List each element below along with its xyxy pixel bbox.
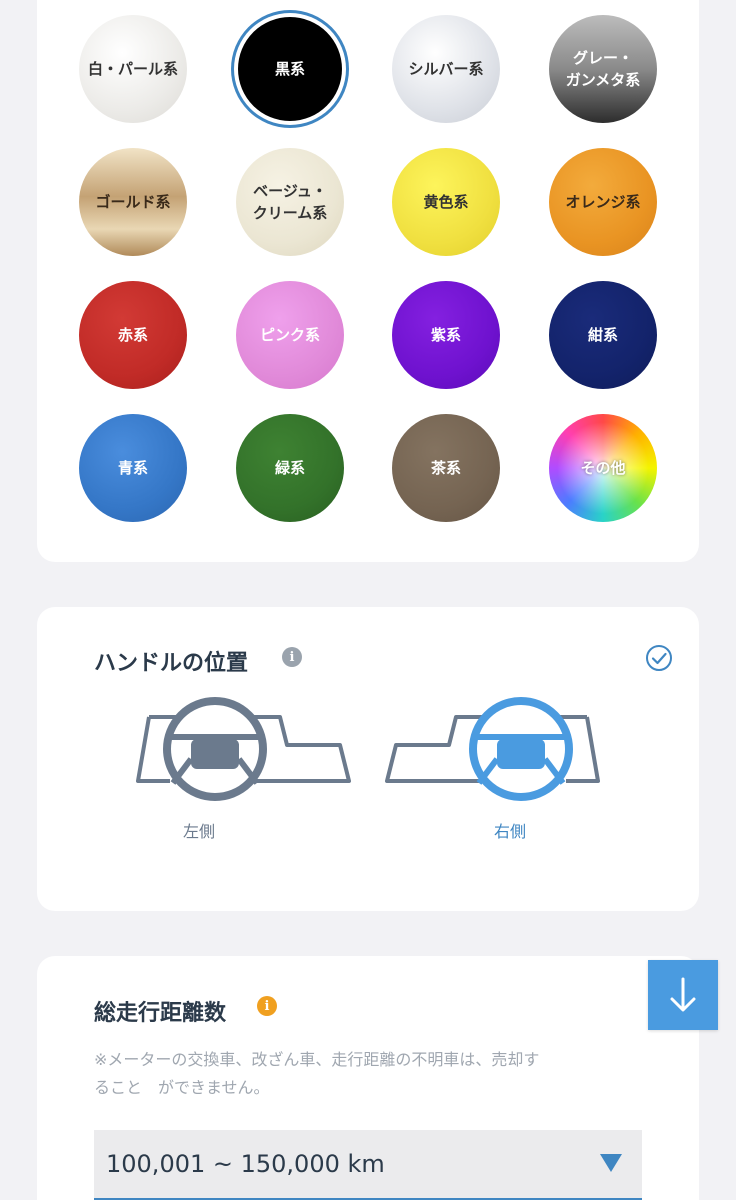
color-brown[interactable]: 茶系 bbox=[392, 414, 500, 522]
color-green[interactable]: 緑系 bbox=[236, 414, 344, 522]
mileage-section-title: 総走行距離数 bbox=[94, 1001, 227, 1026]
color-black[interactable]: 黒系 bbox=[238, 17, 342, 121]
color-navy[interactable]: 紺系 bbox=[549, 281, 657, 389]
color-pink[interactable]: ピンク系 bbox=[236, 281, 344, 389]
color-blue[interactable]: 青系 bbox=[79, 414, 187, 522]
mileage-select-value: 100,001 ~ 150,000 km bbox=[106, 1150, 385, 1178]
color-beige-cream[interactable]: ベージュ・ クリーム系 bbox=[236, 148, 344, 256]
handle-section-title: ハンドルの位置 bbox=[94, 651, 249, 676]
handle-right-option[interactable] bbox=[385, 697, 601, 803]
mileage-select[interactable]: 100,001 ~ 150,000 km bbox=[94, 1130, 642, 1200]
dropdown-arrow-icon bbox=[600, 1154, 622, 1172]
color-yellow[interactable]: 黄色系 bbox=[392, 148, 500, 256]
mileage-note: ※メーターの交換車、改ざん車、走行距離の不明車は、売却す ること ができません。 bbox=[94, 1050, 540, 1097]
color-silver[interactable]: シルバー系 bbox=[392, 15, 500, 123]
check-circle-icon bbox=[646, 645, 672, 671]
color-white-pearl[interactable]: 白・パール系 bbox=[79, 15, 187, 123]
handle-right-label: 右側 bbox=[493, 822, 526, 841]
color-other[interactable]: その他 bbox=[549, 414, 657, 522]
color-red[interactable]: 赤系 bbox=[79, 281, 187, 389]
color-orange[interactable]: オレンジ系 bbox=[549, 148, 657, 256]
scroll-down-button[interactable] bbox=[648, 960, 718, 1030]
color-gold[interactable]: ゴールド系 bbox=[79, 148, 187, 256]
info-icon-warning[interactable]: i bbox=[257, 996, 277, 1016]
arrow-down-icon bbox=[670, 977, 696, 1012]
color-gray-gunmetal[interactable]: グレー・ ガンメタ系 bbox=[549, 15, 657, 123]
page: 白・パール系 黒系 シルバー系 グレー・ ガンメタ系 ゴールド系 ベージュ・ ク… bbox=[0, 0, 736, 1200]
info-icon[interactable]: i bbox=[282, 647, 302, 667]
color-purple[interactable]: 紫系 bbox=[392, 281, 500, 389]
handle-left-option[interactable] bbox=[135, 697, 351, 803]
handle-left-label: 左側 bbox=[182, 822, 215, 841]
